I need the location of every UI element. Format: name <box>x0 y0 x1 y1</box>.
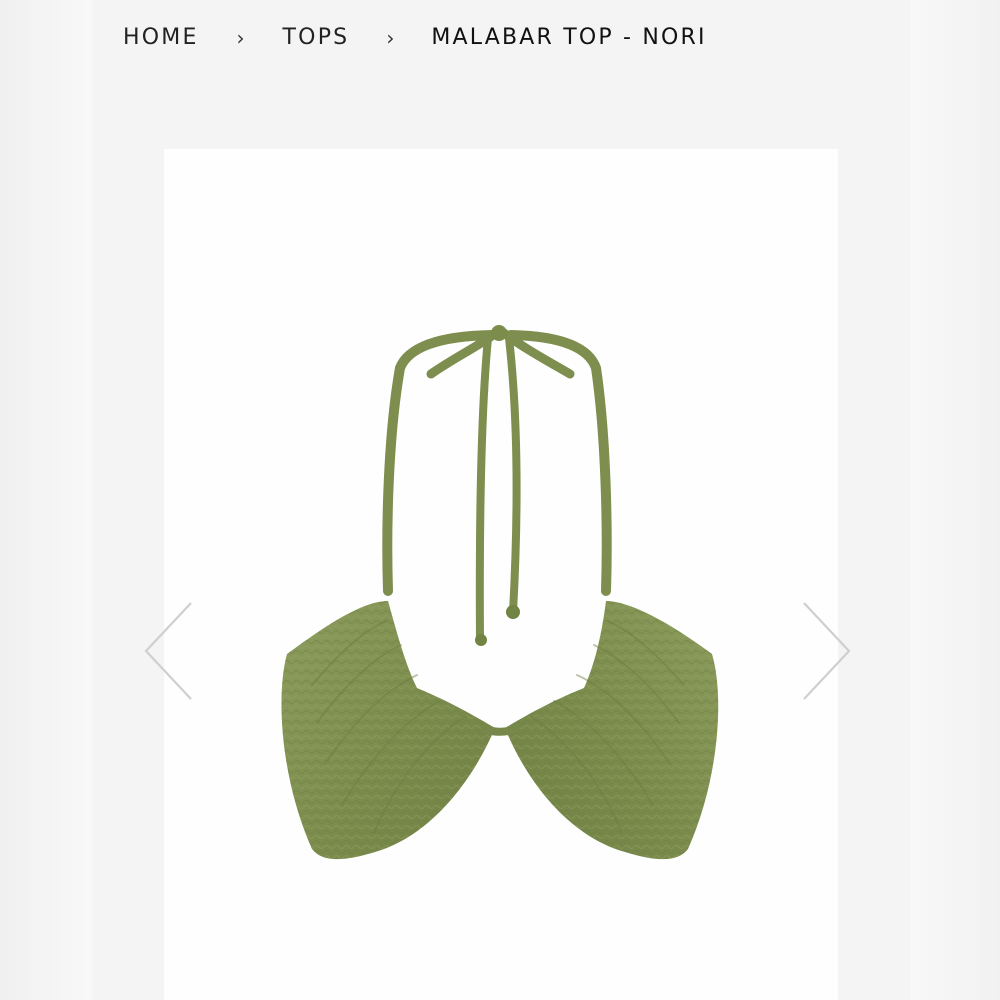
halter-straps <box>382 325 612 646</box>
chevron-right-icon <box>803 602 851 700</box>
breadcrumb-current-page: MALABAR TOP - NORI <box>431 25 707 50</box>
breadcrumb-tops-link[interactable]: TOPS <box>283 23 350 53</box>
next-image-button[interactable] <box>801 600 853 702</box>
bikini-cups <box>281 601 719 860</box>
product-image <box>281 325 719 860</box>
product-page: HOME › TOPS › MALABAR TOP - NORI <box>0 0 1000 1000</box>
breadcrumb-separator-icon: › <box>236 26 245 50</box>
breadcrumb: HOME › TOPS › MALABAR TOP - NORI <box>123 23 707 53</box>
breadcrumb-separator-icon: › <box>386 26 395 50</box>
chevron-left-icon <box>144 602 192 700</box>
breadcrumb-home-link[interactable]: HOME <box>123 23 199 53</box>
product-image-gallery <box>164 149 838 1000</box>
previous-image-button[interactable] <box>142 600 194 702</box>
